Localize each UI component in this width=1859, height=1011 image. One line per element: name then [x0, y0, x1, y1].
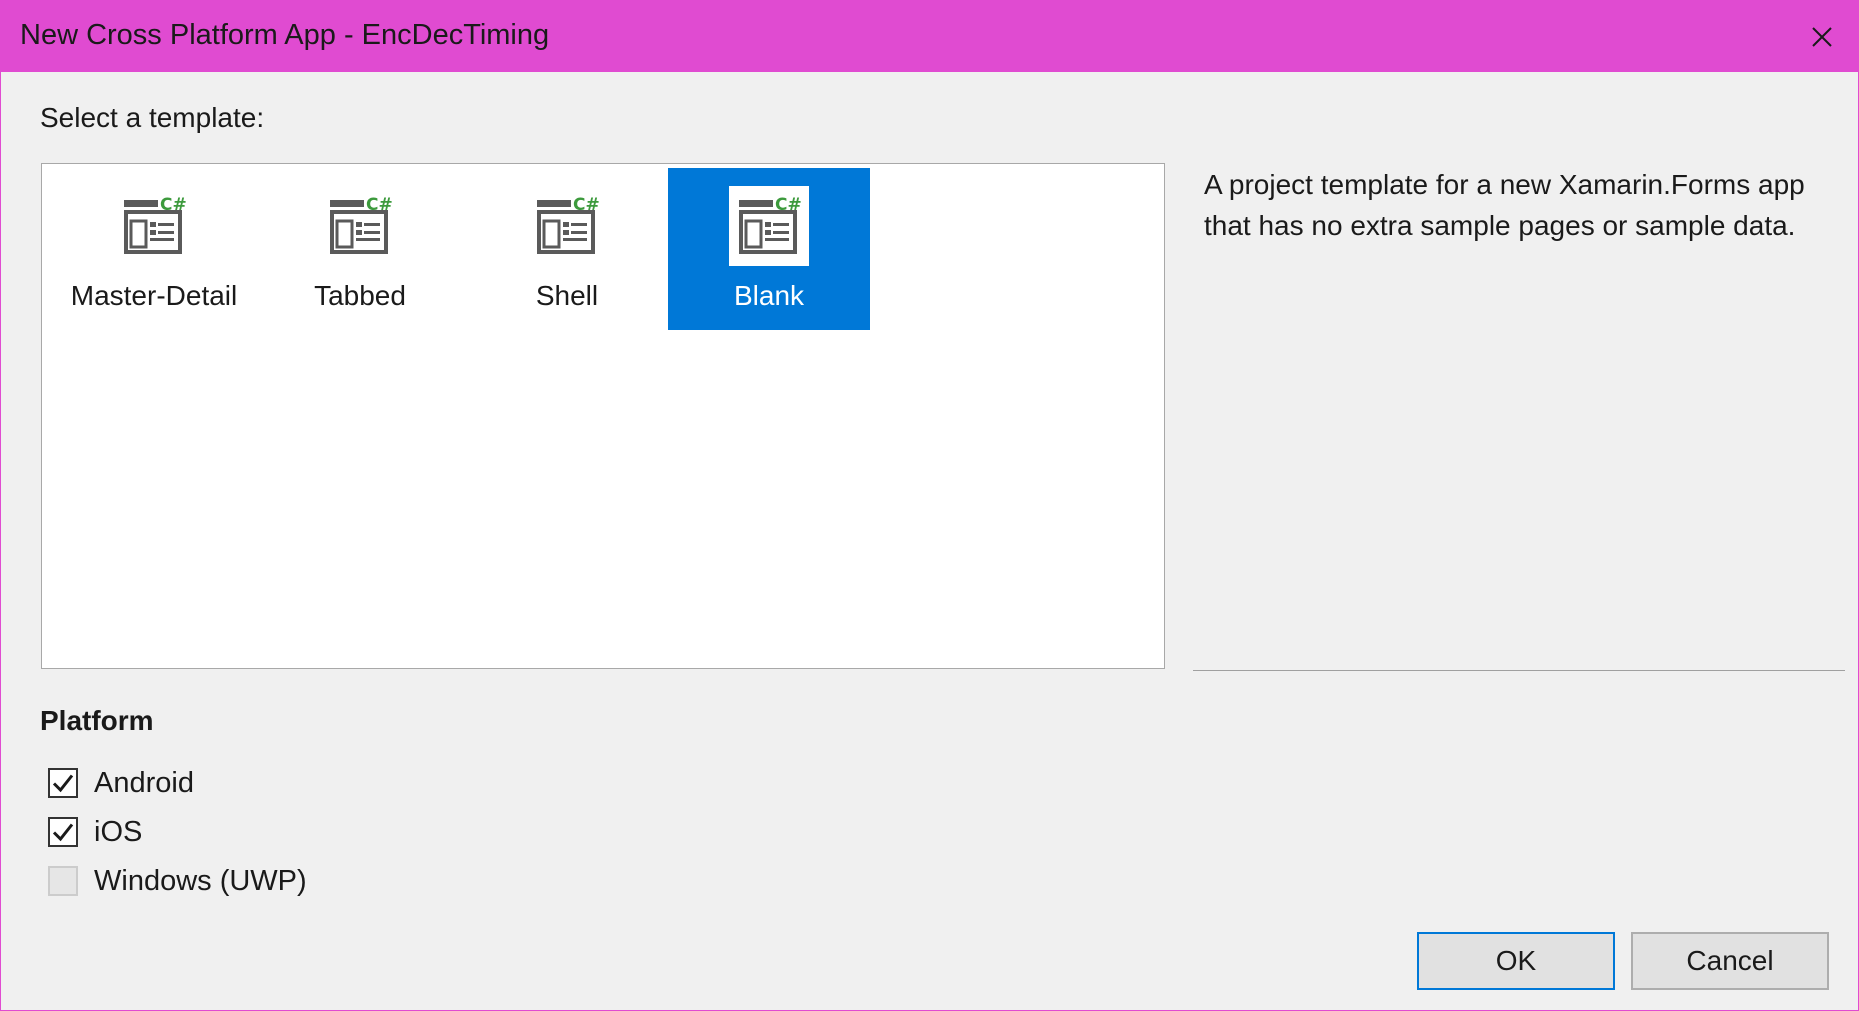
- title-bar: New Cross Platform App - EncDecTiming: [1, 1, 1858, 72]
- select-template-label: Select a template:: [40, 102, 265, 133]
- checkmark-icon: [52, 823, 74, 842]
- ok-button[interactable]: OK: [1417, 932, 1615, 990]
- template-label: Master-Detail: [70, 280, 238, 311]
- checkmark-icon: [52, 774, 74, 793]
- xamarin-csharp-template-icon: C#: [330, 195, 393, 254]
- template-blank[interactable]: C# Blank: [668, 168, 870, 330]
- checkbox-label: Windows (UWP): [94, 864, 307, 897]
- template-label: Tabbed: [314, 280, 406, 311]
- template-master-detail[interactable]: C# Master-Detail: [53, 168, 255, 330]
- checkbox-box: [48, 866, 78, 896]
- new-cross-platform-app-dialog: New Cross Platform App - EncDecTiming Se…: [0, 0, 1859, 1011]
- platform-ios-checkbox[interactable]: iOS: [48, 815, 142, 849]
- template-list: C# Master-Detail C# Tabbed C# Shell C# B…: [41, 163, 1165, 669]
- platform-android-checkbox[interactable]: Android: [48, 766, 194, 800]
- template-description: A project template for a new Xamarin.For…: [1204, 169, 1805, 241]
- close-icon: [1812, 26, 1832, 47]
- checkbox-box[interactable]: [48, 768, 78, 798]
- template-tabbed[interactable]: C# Tabbed: [259, 168, 461, 330]
- template-shell[interactable]: C# Shell: [466, 168, 668, 330]
- platform-windows-uwp-checkbox: Windows (UWP): [48, 864, 307, 898]
- close-button[interactable]: [1786, 1, 1858, 72]
- template-label: Blank: [733, 280, 805, 311]
- window-title: New Cross Platform App - EncDecTiming: [20, 19, 550, 51]
- cancel-button[interactable]: Cancel: [1631, 932, 1829, 990]
- checkbox-label: Android: [94, 766, 194, 799]
- xamarin-csharp-template-icon: C#: [537, 195, 600, 254]
- xamarin-csharp-template-icon: C#: [124, 195, 187, 254]
- xamarin-csharp-template-icon: C#: [729, 186, 809, 266]
- checkbox-label: iOS: [94, 815, 143, 848]
- template-label: Shell: [535, 280, 599, 311]
- divider: [1193, 670, 1845, 671]
- checkbox-box[interactable]: [48, 817, 78, 847]
- platform-heading: Platform: [40, 705, 154, 736]
